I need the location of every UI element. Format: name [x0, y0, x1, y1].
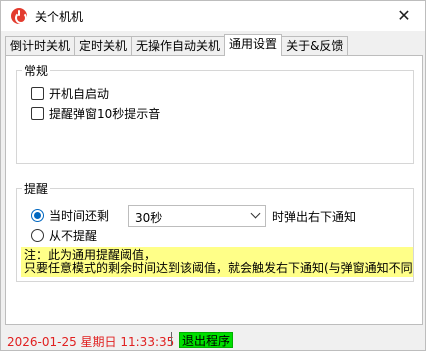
reminder-sound-label: 提醒弹窗10秒提示音: [49, 107, 161, 121]
power-icon: [11, 8, 27, 24]
exit-button[interactable]: 退出程序: [179, 332, 234, 348]
tab-general-settings[interactable]: 通用设置: [224, 34, 283, 56]
general-settings-panel: 常规 开机自启动 提醒弹窗10秒提示音 提醒 当时间还剩 30秒 时弹出右下通知: [5, 55, 423, 325]
never-remind-radio[interactable]: [31, 229, 44, 242]
general-group: 常规 开机自启动 提醒弹窗10秒提示音: [16, 62, 414, 164]
autostart-checkbox[interactable]: [31, 87, 44, 100]
status-separator: [171, 332, 172, 346]
never-remind-label: 从不提醒: [49, 229, 98, 243]
remaining-time-radio[interactable]: [31, 209, 44, 222]
title-bar: 关个机机 ✕: [1, 1, 425, 31]
autostart-label: 开机自启动: [49, 87, 110, 101]
threshold-note: 注：此为通用提醒阈值， 只要任意模式的剩余时间达到该阈值，就会触发右下通知(与弹…: [21, 247, 413, 277]
tab-bar: 倒计时关机 定时关机 无操作自动关机 通用设置 关于&反馈: [5, 34, 349, 56]
reminder-group-title: 提醒: [22, 180, 51, 197]
reminder-group: 提醒 当时间还剩 30秒 时弹出右下通知 从不提醒 注：此为通用提醒阈值， 只要…: [16, 180, 414, 282]
reminder-sound-checkbox[interactable]: [31, 107, 44, 120]
threshold-value: 30秒: [135, 211, 163, 225]
window-title: 关个机机: [35, 10, 84, 24]
never-remind-option[interactable]: 从不提醒: [31, 227, 97, 244]
autostart-option[interactable]: 开机自启动: [31, 85, 109, 102]
status-bar: 2026-01-25 星期日 11:33:35 退出程序: [1, 327, 425, 351]
threshold-suffix: 时弹出右下通知: [272, 210, 357, 224]
remaining-time-option[interactable]: 当时间还剩: [31, 207, 109, 224]
tab-idle-shutdown[interactable]: 无操作自动关机: [131, 36, 226, 56]
general-group-title: 常规: [22, 62, 51, 79]
threshold-select[interactable]: 30秒: [128, 205, 266, 227]
tab-scheduled-shutdown[interactable]: 定时关机: [74, 36, 133, 56]
remaining-time-label: 当时间还剩: [49, 209, 110, 223]
tab-countdown-shutdown[interactable]: 倒计时关机: [5, 36, 76, 56]
app-window: 关个机机 ✕ 倒计时关机 定时关机 无操作自动关机 通用设置 关于&反馈 常规 …: [0, 0, 426, 351]
chevron-down-icon: [250, 208, 261, 219]
datetime-display: 2026-01-25 星期日 11:33:35: [7, 335, 175, 349]
tab-about-feedback[interactable]: 关于&反馈: [281, 36, 349, 56]
close-button[interactable]: ✕: [389, 3, 419, 29]
note-line-2: 只要任意模式的剩余时间达到该阈值，就会触发右下通知(与弹窗通知不同: [24, 261, 413, 275]
reminder-sound-option[interactable]: 提醒弹窗10秒提示音: [31, 105, 160, 122]
